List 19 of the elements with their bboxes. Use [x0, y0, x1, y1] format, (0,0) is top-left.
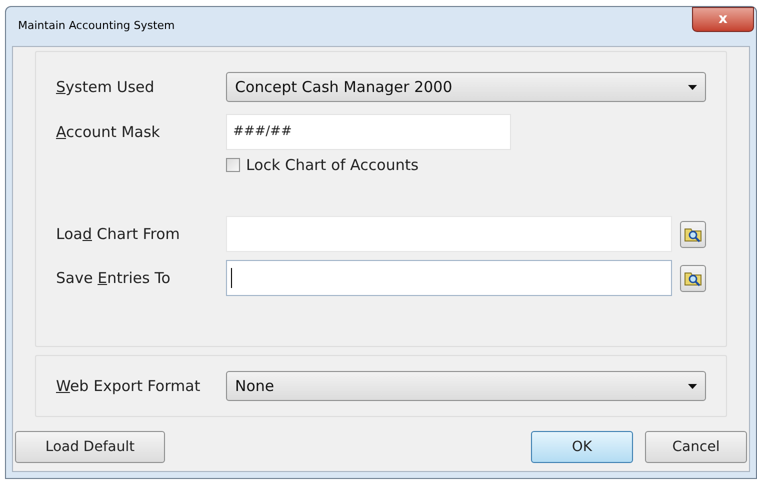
dropdown[interactable]: Concept Cash Manager 2000: [226, 72, 706, 102]
caret-icon: [688, 84, 697, 90]
load-default-button[interactable]: Load Default: [15, 431, 165, 463]
field-label: Account Mask: [56, 122, 161, 143]
field-label: Save Entries To: [56, 268, 172, 289]
dialog-button[interactable]: OK: [531, 431, 633, 463]
field-label: Web Export Format: [56, 377, 200, 395]
window-title: Maintain Accounting System: [18, 18, 175, 34]
field-label: System Used: [56, 76, 156, 98]
mask-field[interactable]: ###/##: [226, 114, 511, 150]
field-label: Load Chart From: [56, 224, 181, 245]
dialog-button[interactable]: Cancel: [645, 431, 747, 463]
browse-button[interactable]: [680, 220, 706, 248]
dropdown[interactable]: None: [226, 371, 706, 401]
caret-icon: [688, 384, 697, 388]
path-field[interactable]: [226, 260, 672, 296]
checkbox-label: Lock Chart of Accounts: [246, 154, 419, 176]
browse-button[interactable]: [680, 264, 706, 292]
checkbox[interactable]: [226, 158, 240, 172]
